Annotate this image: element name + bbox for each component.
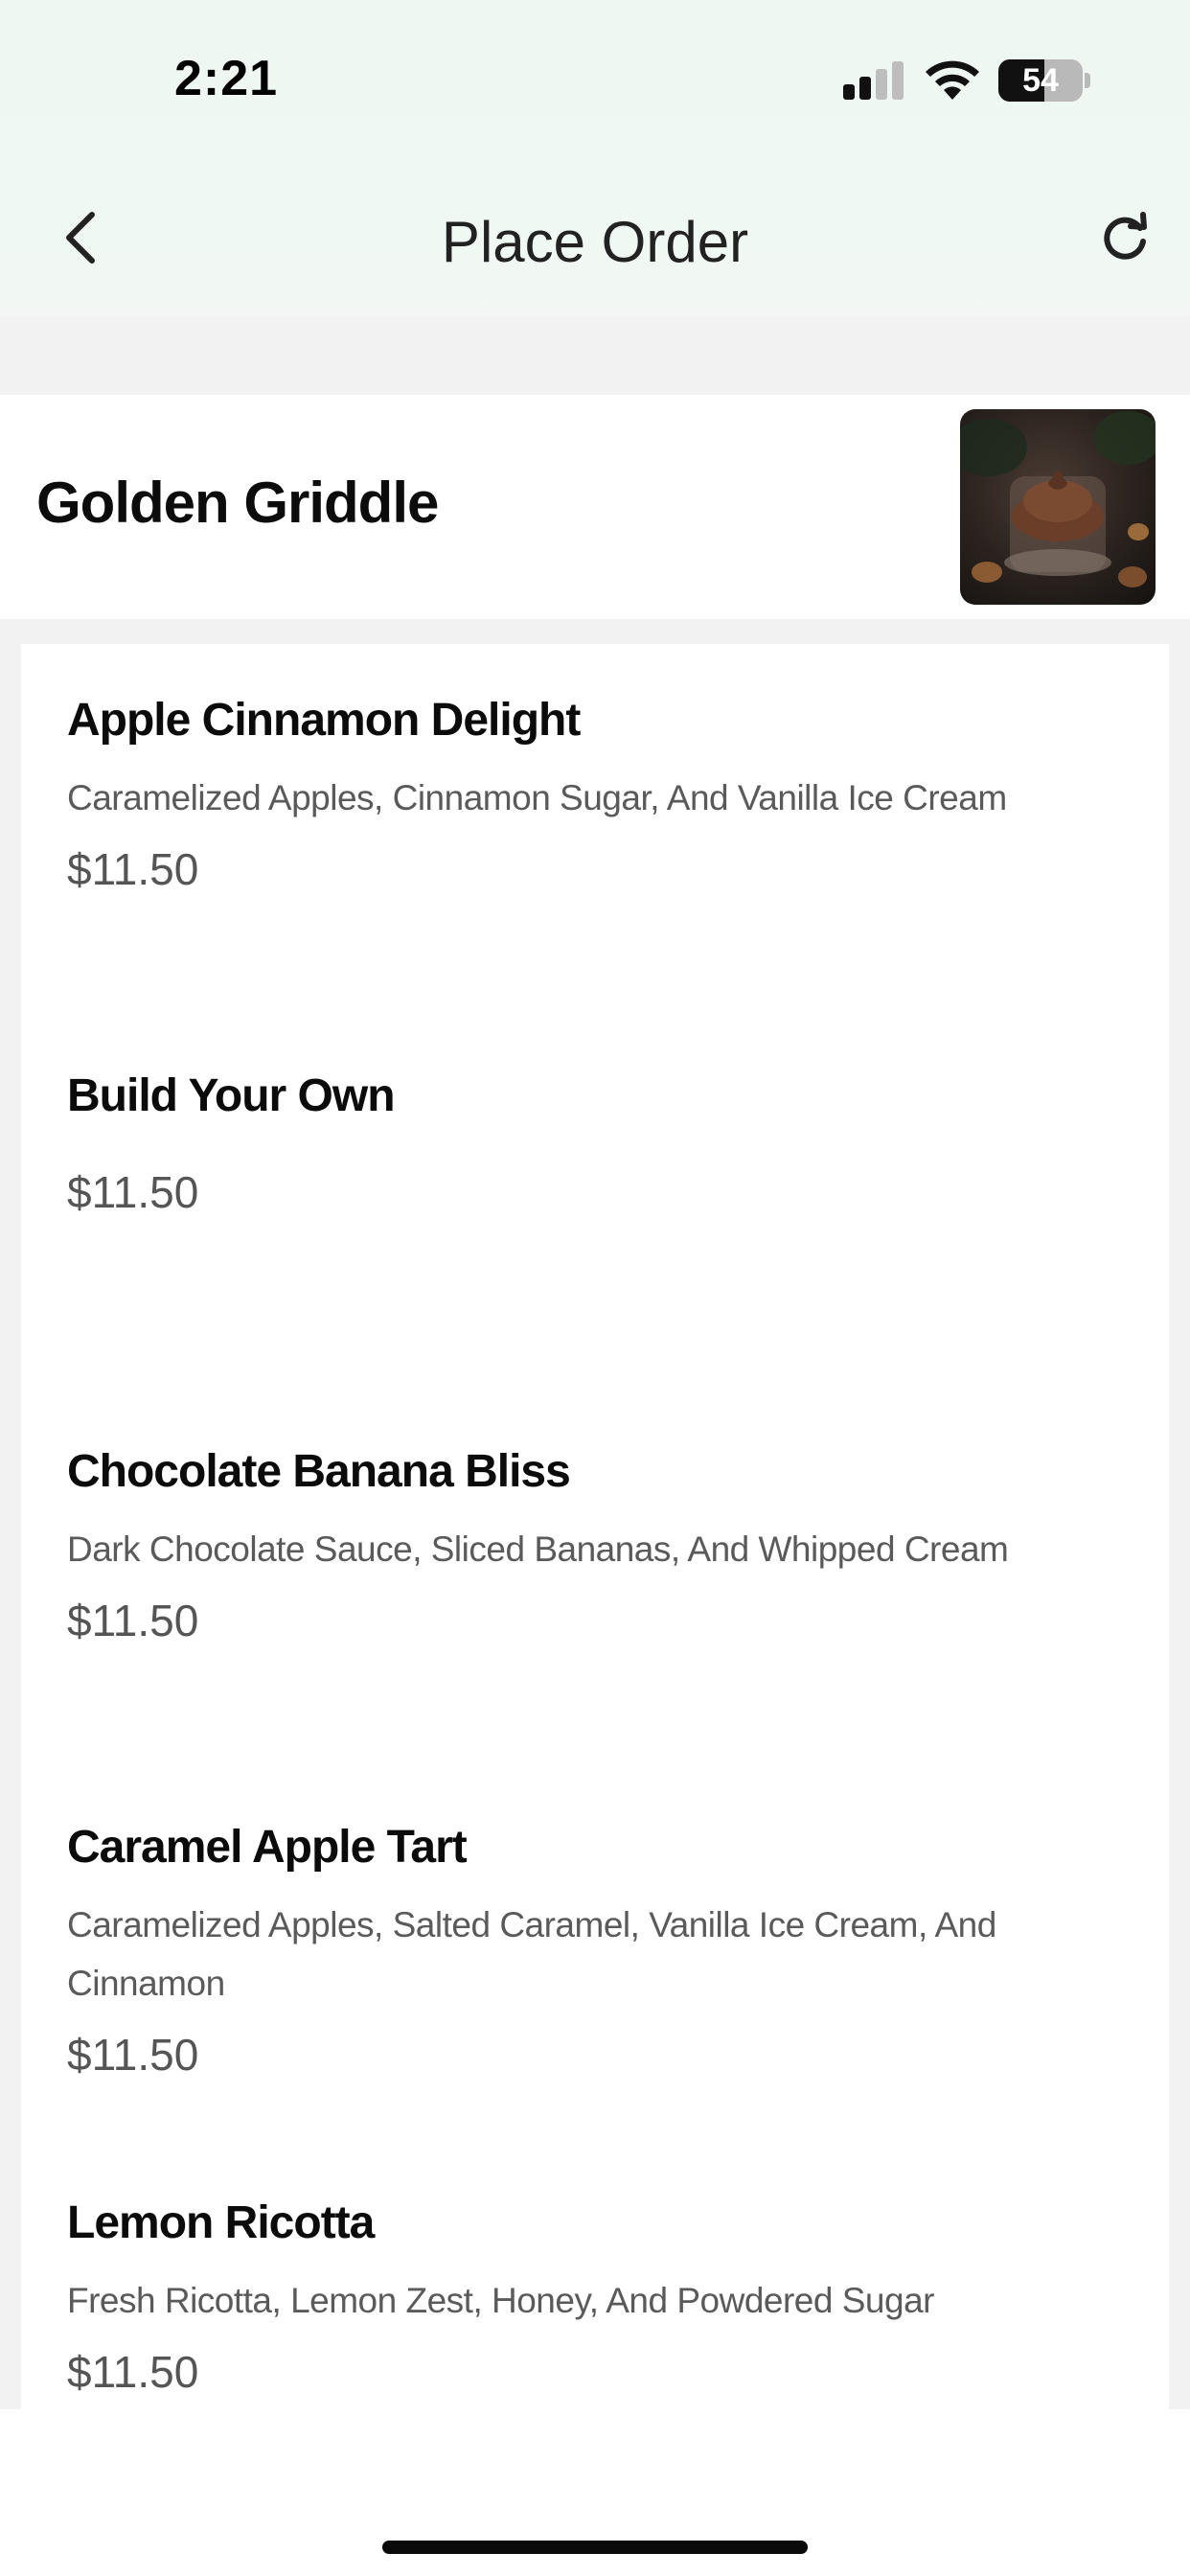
menu-item[interactable]: Chocolate Banana Bliss Dark Chocolate Sa… [67,1443,1140,1649]
bottom-safe-area [0,2409,1190,2576]
menu-list: Apple Cinnamon Delight Caramelized Apple… [21,644,1169,2409]
refresh-icon [1104,212,1147,260]
menu-item[interactable]: Caramel Apple Tart Caramelized Apples, S… [67,1819,1140,2083]
item-price: $11.50 [67,2030,199,2080]
item-price: $11.50 [67,1167,199,1217]
status-bar: 2:21 54 [0,0,1190,158]
restaurant-header: Golden Griddle [0,395,1190,619]
menu-item[interactable]: Build Your Own $11.50 [67,1068,1140,1221]
wifi-icon [922,58,983,102]
item-description: Fresh Ricotta, Lemon Zest, Honey, And Po… [67,2281,934,2320]
battery-nub [1085,73,1090,88]
item-description: Caramelized Apples, Salted Caramel, Vani… [67,1905,996,2003]
cellular-signal-icon [843,61,904,100]
restaurant-name: Golden Griddle [36,471,439,535]
item-name: Apple Cinnamon Delight [67,695,581,746]
page-title: Place Order [441,210,749,274]
item-price: $11.50 [67,2347,199,2397]
item-name: Chocolate Banana Bliss [67,1446,571,1497]
item-name: Build Your Own [67,1070,396,1121]
item-name: Lemon Ricotta [67,2197,375,2248]
restaurant-image [960,409,1156,605]
menu-item[interactable]: Lemon Ricotta Fresh Ricotta, Lemon Zest,… [67,2195,1140,2401]
menu-item[interactable]: Apple Cinnamon Delight Caramelized Apple… [67,692,1140,898]
battery-icon: 54 [998,59,1083,102]
home-indicator [382,2541,808,2554]
item-description: Dark Chocolate Sauce, Sliced Bananas, An… [67,1530,1009,1569]
battery-level: 54 [1022,61,1059,99]
item-price: $11.50 [67,1596,199,1645]
status-time: 2:21 [174,51,279,106]
item-name: Caramel Apple Tart [67,1822,468,1873]
item-price: $11.50 [67,844,199,894]
nav-bar: Place Order [0,182,1190,297]
item-description: Caramelized Apples, Cinnamon Sugar, And … [67,778,1007,817]
refresh-button[interactable] [1088,201,1161,274]
